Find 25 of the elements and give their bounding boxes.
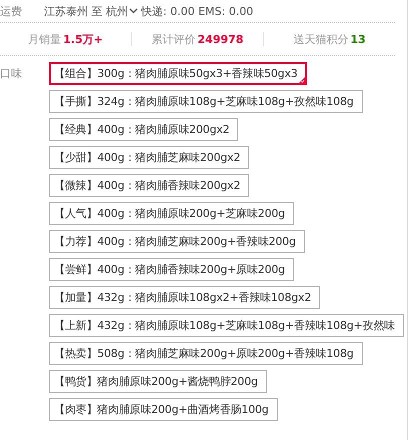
stat-label: 月销量 xyxy=(28,32,62,46)
stat-label: 累计评价 xyxy=(152,32,196,46)
shipping-label: 运费 xyxy=(0,4,23,18)
flavor-option[interactable]: 【手撕】324g：猪肉脯原味108g+芝麻味108g+孜然味108g xyxy=(49,90,363,113)
shipping-fees: 快递: 0.00 EMS: 0.00 xyxy=(141,4,254,18)
flavor-option[interactable]: 【肉枣】猪肉脯原味200g+曲酒烤香肠100g xyxy=(49,398,278,421)
flavor-option[interactable]: 【少甜】400g：猪肉脯芝麻味200gx2 xyxy=(49,146,250,169)
check-icon xyxy=(298,77,305,83)
chevron-down-icon xyxy=(129,8,138,14)
flavor-option[interactable]: 【微辣】400g：猪肉脯香辣味200gx2 xyxy=(49,174,250,197)
flavor-option[interactable]: 【组合】300g：猪肉脯原味50gx3+香辣味50gx3 xyxy=(49,62,307,85)
route-dropdown[interactable]: 江苏泰州 至 杭州 xyxy=(44,4,138,18)
flavor-option[interactable]: 【人气】400g：猪肉脯原味200g+芝麻味200g xyxy=(49,202,294,225)
flavor-label: 口味 xyxy=(0,66,23,82)
stat-label: 送天猫积分 xyxy=(293,32,348,46)
flavor-option[interactable]: 【经典】400g：猪肉脯原味200gx2 xyxy=(49,118,238,141)
flavor-option[interactable]: 【鸭货】猪肉脯原味200g+酱烧鸭脖200g xyxy=(49,370,267,393)
flavor-option[interactable]: 【加量】432g：猪肉脯原味108gx2+香辣味108gx2 xyxy=(49,286,320,309)
stat-value: 249978 xyxy=(198,32,244,46)
stat-value: 1.5万+ xyxy=(63,32,103,46)
flavor-option[interactable]: 【力荐】400g：猪肉脯芝麻味200g+香辣味200g xyxy=(49,230,305,253)
flavor-option[interactable]: 【热卖】508g：猪肉脯芝麻味200g+原味200g+香辣味108g xyxy=(49,342,363,365)
flavor-option[interactable]: 【上新】432g：猪肉脯原味108g+芝麻味108g+香辣味108g+孜然味 xyxy=(49,314,404,337)
flavor-option[interactable]: 【尝鲜】400g：猪肉脯香辣味200g+原味200g xyxy=(49,258,294,281)
stat-value: 13 xyxy=(350,32,366,46)
